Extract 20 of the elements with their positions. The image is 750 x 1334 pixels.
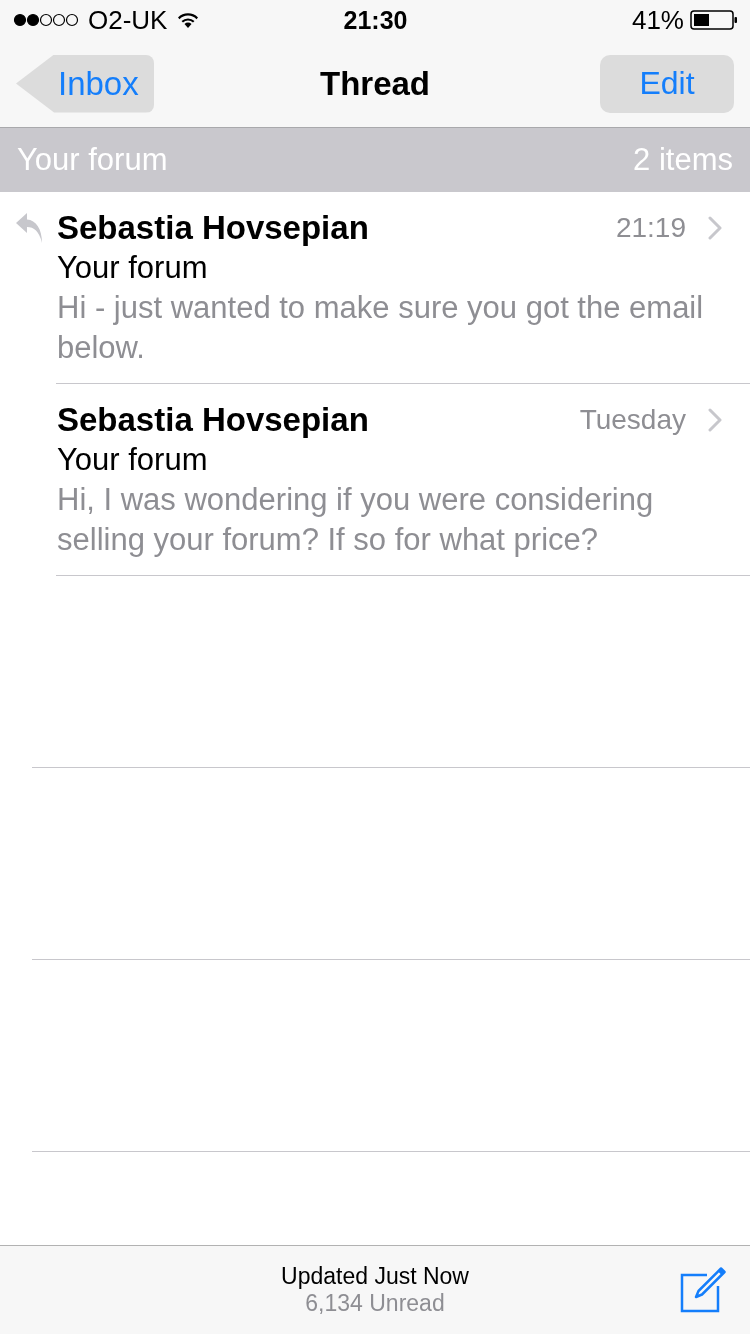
- wifi-icon: [176, 11, 201, 29]
- chevron-right-icon: [708, 216, 722, 240]
- battery-percentage: 41%: [631, 4, 684, 36]
- message-time: 21:19: [615, 212, 686, 244]
- signal-strength-icon: [13, 13, 79, 27]
- battery-icon: [690, 10, 738, 30]
- compose-icon[interactable]: [680, 1267, 726, 1313]
- sender-name: Sebastia Hovsepian: [57, 401, 369, 439]
- message-subject: Your forum: [57, 249, 208, 287]
- update-status: Updated Just Now: [281, 1263, 469, 1290]
- message-subject: Your forum: [57, 441, 208, 479]
- sender-name: Sebastia Hovsepian: [57, 209, 369, 247]
- carrier-name: O2-UK: [88, 4, 168, 36]
- status-time: 21:30: [343, 5, 408, 36]
- message-preview: Hi, I was wondering if you were considering selling your forum? If so for what price?: [57, 481, 655, 559]
- message-time: Tuesday: [579, 404, 686, 436]
- nav-title: Thread: [320, 64, 430, 103]
- message-preview: Hi - just wanted to make sure you got the email below.: [57, 289, 705, 367]
- unread-count: 6,134 Unread: [305, 1290, 445, 1317]
- chevron-right-icon: [708, 408, 722, 432]
